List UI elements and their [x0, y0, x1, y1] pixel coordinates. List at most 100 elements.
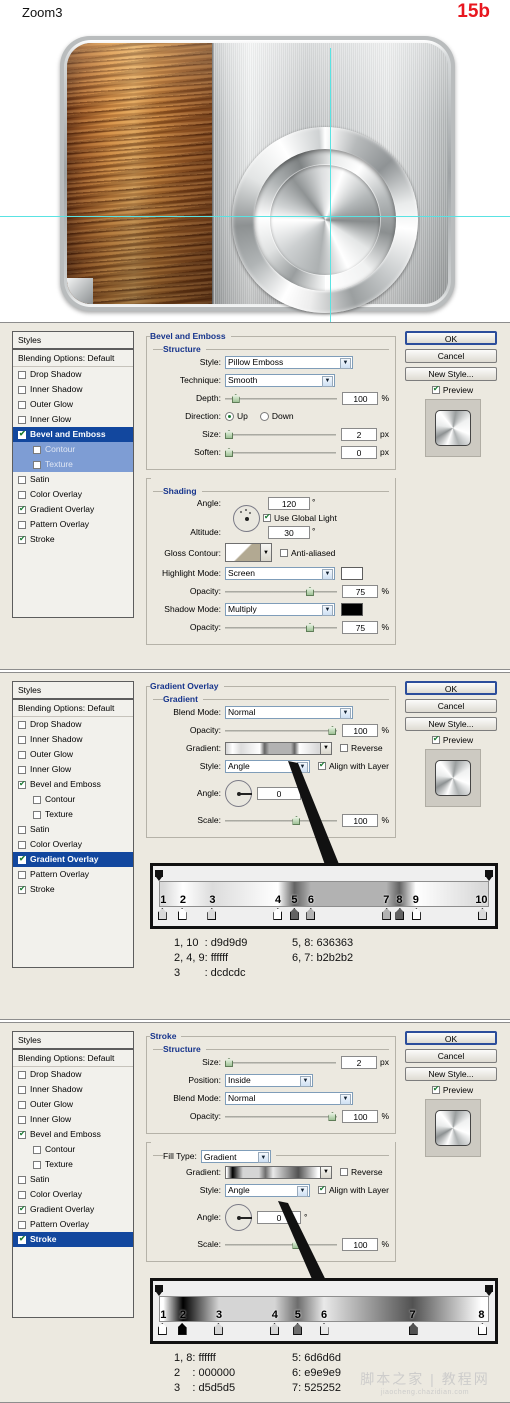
angle-dial-control[interactable] [233, 505, 260, 532]
checkbox-icon[interactable] [18, 779, 26, 789]
gradient-opacity-stop[interactable] [485, 1285, 493, 1296]
gradient-color-stop[interactable] [157, 908, 167, 920]
style-list-item-color-overlay[interactable]: Color Overlay [13, 487, 133, 502]
checkbox-icon[interactable] [33, 460, 41, 469]
chevron-down-icon[interactable]: ▼ [322, 375, 333, 387]
opacity-value-field[interactable]: 100 [342, 723, 379, 737]
highlight-color-swatch[interactable] [341, 566, 363, 580]
chevron-down-icon[interactable]: ▼ [257, 1152, 269, 1163]
checkbox-icon[interactable] [18, 1190, 26, 1199]
cancel-button[interactable]: Cancel [405, 1049, 497, 1063]
shadow-opacity-slider[interactable] [225, 621, 338, 633]
blend-mode-select[interactable]: Normal ▼ [225, 705, 353, 719]
checkbox-icon[interactable] [18, 720, 26, 729]
size-slider[interactable] [225, 428, 337, 440]
checkbox-icon[interactable] [18, 750, 26, 759]
style-select[interactable]: Pillow Emboss ▼ [225, 355, 353, 369]
reverse-checkbox[interactable]: Reverse [340, 743, 383, 753]
gradient-color-stop[interactable] [395, 908, 405, 920]
style-list-item-inner-glow[interactable]: Inner Glow [13, 762, 133, 777]
style-list-item-texture[interactable]: Texture [13, 457, 133, 472]
opacity-slider[interactable] [225, 1110, 338, 1122]
style-list-item-inner-shadow[interactable]: Inner Shadow [13, 382, 133, 397]
style-list-item-stroke[interactable]: Stroke [13, 882, 133, 897]
style-list-item-contour[interactable]: Contour [13, 1142, 133, 1157]
direction-up-radio[interactable] [225, 411, 234, 421]
chevron-down-icon[interactable]: ▼ [340, 707, 351, 719]
chevron-down-icon[interactable]: ▼ [340, 1093, 351, 1105]
style-list-item-inner-glow[interactable]: Inner Glow [13, 412, 133, 427]
layer-style-dialog-gradient-overlay[interactable]: Styles Blending Options: Default Drop Sh… [0, 672, 510, 1020]
size-slider[interactable] [225, 1056, 337, 1068]
anti-aliased-checkbox[interactable]: Anti-aliased [280, 548, 335, 558]
preview-checkbox[interactable]: Preview [405, 1084, 500, 1095]
gradient-editor-box[interactable]: 1 2 3 4 5 6 7 8 9 10 [150, 863, 498, 929]
style-list-item-pattern-overlay[interactable]: Pattern Overlay [13, 1217, 133, 1232]
checkbox-icon[interactable] [18, 825, 26, 834]
style-list-item-bevel-and-emboss[interactable]: Bevel and Emboss [13, 427, 133, 442]
opacity-slider[interactable] [225, 724, 338, 736]
checkbox-icon[interactable] [18, 400, 26, 409]
style-list-item-satin[interactable]: Satin [13, 822, 133, 837]
style-list-item-texture[interactable]: Texture [13, 1157, 133, 1172]
chevron-down-icon[interactable]: ▼ [321, 1165, 332, 1179]
style-list-item-pattern-overlay[interactable]: Pattern Overlay [13, 867, 133, 882]
checkbox-icon[interactable] [18, 1204, 26, 1214]
gradient-opacity-stop[interactable] [155, 870, 163, 881]
style-list-item-inner-shadow[interactable]: Inner Shadow [13, 1082, 133, 1097]
soften-value-field[interactable]: 0 [341, 445, 378, 459]
checkbox-icon[interactable] [18, 385, 26, 394]
cancel-button[interactable]: Cancel [405, 699, 497, 713]
gradient-color-stop[interactable] [177, 1323, 187, 1335]
style-list-item-stroke[interactable]: Stroke [13, 1232, 133, 1247]
chevron-down-icon[interactable]: ▼ [296, 1185, 308, 1197]
reverse-checkbox[interactable]: Reverse [340, 1167, 383, 1177]
shadow-opacity-field[interactable]: 75 [342, 620, 379, 634]
gradient-color-stop[interactable] [382, 908, 392, 920]
gradient-color-stop[interactable] [293, 1323, 303, 1335]
gradient-color-stop[interactable] [477, 908, 487, 920]
chevron-down-icon[interactable]: ▼ [261, 543, 272, 562]
checkbox-icon[interactable] [18, 870, 26, 879]
checkbox-icon[interactable] [18, 1100, 26, 1109]
depth-slider[interactable] [225, 392, 338, 404]
technique-select[interactable]: Smooth ▼ [225, 373, 335, 387]
style-list-item-outer-glow[interactable]: Outer Glow [13, 397, 133, 412]
ok-button[interactable]: OK [405, 331, 497, 345]
cancel-button[interactable]: Cancel [405, 349, 497, 363]
layer-style-dialog-bevel-emboss[interactable]: Styles Blending Options: Default Drop Sh… [0, 322, 510, 670]
checkbox-icon[interactable] [18, 520, 26, 529]
checkbox-icon[interactable] [33, 1145, 41, 1154]
ok-button[interactable]: OK [405, 681, 497, 695]
position-select[interactable]: Inside ▼ [225, 1073, 313, 1087]
checkbox-icon[interactable] [33, 795, 41, 804]
style-select[interactable]: Angle ▼ [225, 1183, 310, 1197]
opacity-value-field[interactable]: 100 [342, 1109, 379, 1123]
style-list-item-bevel-and-emboss[interactable]: Bevel and Emboss [13, 777, 133, 792]
gradient-color-stop[interactable] [270, 1323, 279, 1335]
style-list-item-color-overlay[interactable]: Color Overlay [13, 837, 133, 852]
chevron-down-icon[interactable]: ▼ [340, 357, 351, 369]
style-list-item-satin[interactable]: Satin [13, 1172, 133, 1187]
checkbox-icon[interactable] [18, 1085, 26, 1094]
checkbox-icon[interactable] [33, 1160, 41, 1169]
style-list-item-stroke[interactable]: Stroke [13, 532, 133, 547]
gradient-color-stop[interactable] [319, 1323, 329, 1335]
style-list-item-inner-glow[interactable]: Inner Glow [13, 1112, 133, 1127]
blending-options-item[interactable]: Blending Options: Default [13, 700, 133, 717]
gradient-color-stop[interactable] [157, 1323, 167, 1335]
checkbox-icon[interactable] [18, 854, 26, 864]
style-list-item-gradient-overlay[interactable]: Gradient Overlay [13, 502, 133, 517]
style-list-item-outer-glow[interactable]: Outer Glow [13, 747, 133, 762]
style-list-item-outer-glow[interactable]: Outer Glow [13, 1097, 133, 1112]
size-value-field[interactable]: 2 [341, 1055, 378, 1069]
gradient-color-stop[interactable] [408, 1323, 418, 1335]
checkbox-icon[interactable] [18, 504, 26, 514]
chevron-down-icon[interactable]: ▼ [322, 568, 333, 580]
checkbox-icon[interactable] [18, 1115, 26, 1124]
checkbox-icon[interactable] [18, 840, 26, 849]
gradient-color-stop[interactable] [273, 908, 283, 920]
checkbox-icon[interactable] [18, 1234, 26, 1244]
style-list-item-color-overlay[interactable]: Color Overlay [13, 1187, 133, 1202]
style-list-item-gradient-overlay[interactable]: Gradient Overlay [13, 1202, 133, 1217]
